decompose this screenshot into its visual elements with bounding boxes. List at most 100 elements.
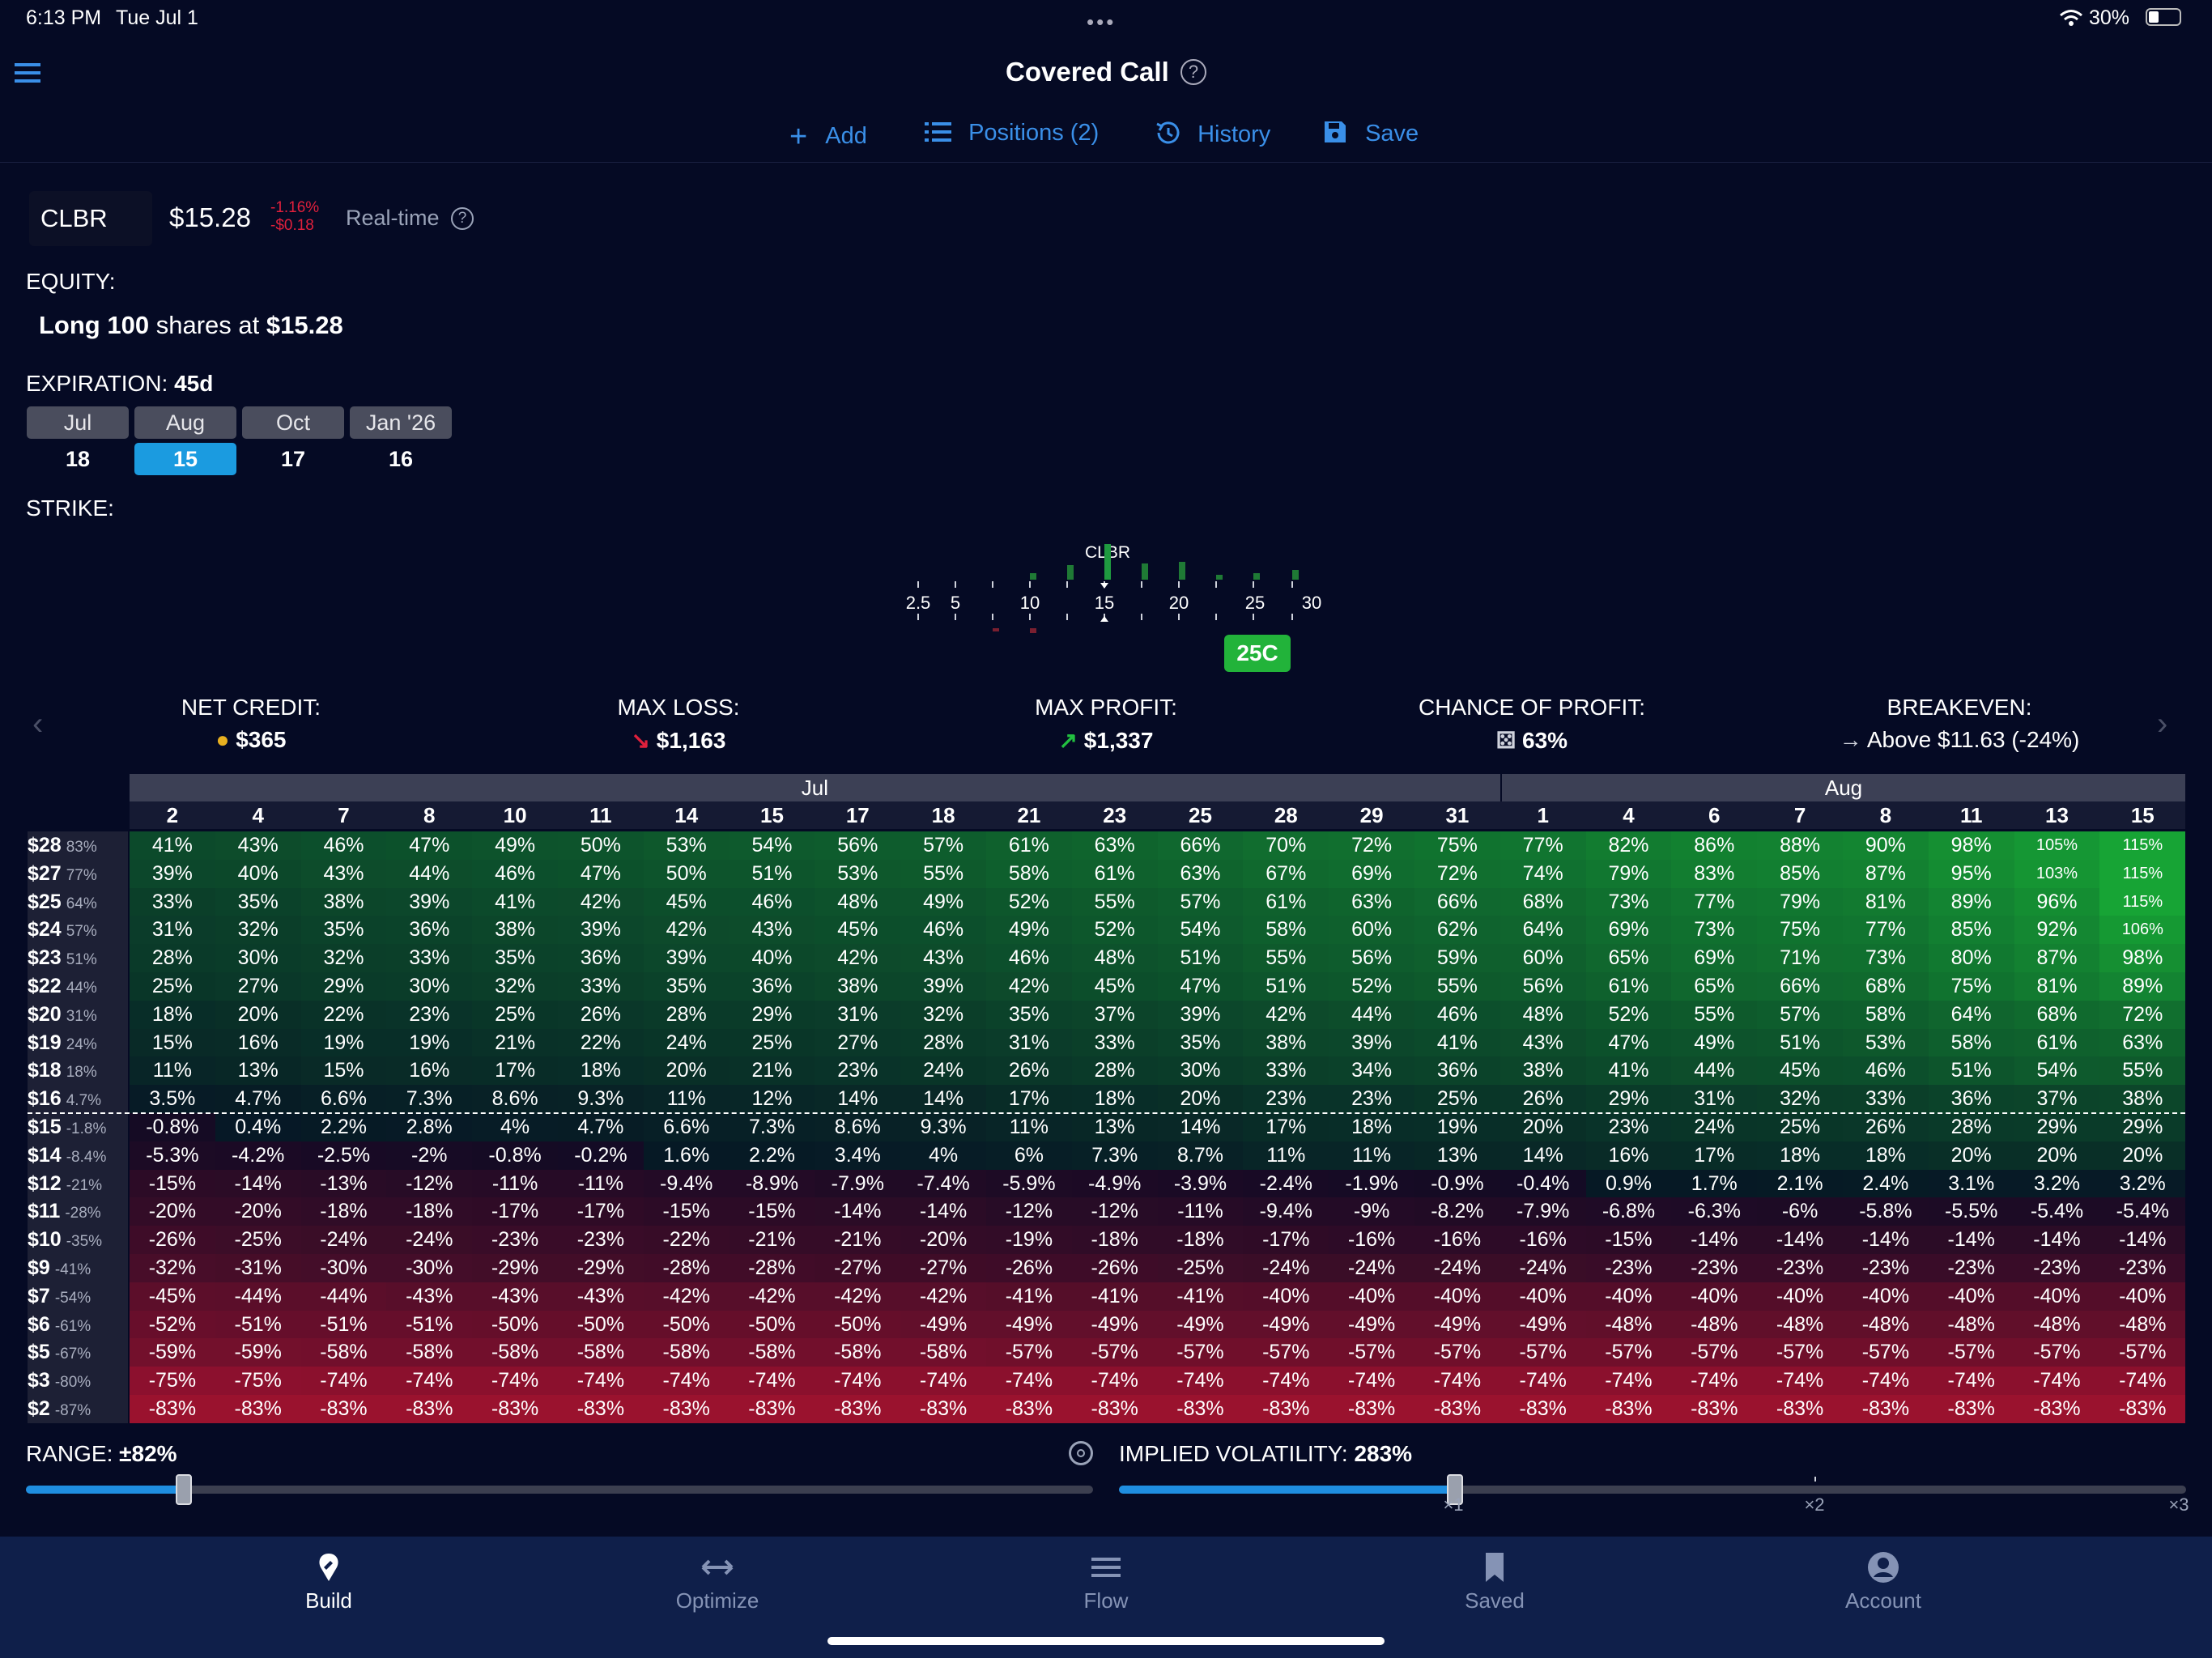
table-cell[interactable]: 31%: [130, 916, 215, 945]
table-cell[interactable]: 88%: [1757, 831, 1843, 860]
table-cell[interactable]: 47%: [1585, 1028, 1672, 1057]
table-cell[interactable]: 29%: [2014, 1113, 2100, 1141]
table-cell[interactable]: -26%: [130, 1226, 215, 1254]
table-cell[interactable]: 30%: [1157, 1056, 1244, 1086]
table-cell[interactable]: 20%: [2014, 1141, 2100, 1170]
table-cell[interactable]: 50%: [558, 831, 644, 860]
table-cell[interactable]: -83%: [1414, 1395, 1500, 1423]
table-cell[interactable]: 87%: [2014, 944, 2100, 972]
table-cell[interactable]: -32%: [130, 1254, 215, 1282]
table-cell[interactable]: 6.6%: [643, 1113, 730, 1141]
table-cell[interactable]: 13%: [1071, 1113, 1158, 1141]
table-cell[interactable]: 28%: [900, 1028, 986, 1057]
table-cell[interactable]: 18%: [130, 1000, 215, 1029]
table-cell[interactable]: -16%: [1414, 1226, 1500, 1254]
table-cell[interactable]: -59%: [130, 1338, 215, 1367]
table-cell[interactable]: -23%: [1671, 1254, 1758, 1282]
table-cell[interactable]: -5.9%: [986, 1169, 1072, 1198]
table-cell[interactable]: 42%: [558, 887, 644, 916]
table-cell[interactable]: 14%: [900, 1085, 986, 1113]
table-cell[interactable]: -4.2%: [215, 1141, 301, 1170]
table-cell[interactable]: 71%: [1757, 944, 1843, 972]
table-cell[interactable]: 37%: [2014, 1085, 2100, 1113]
table-cell[interactable]: 3.2%: [2014, 1169, 2100, 1198]
table-cell[interactable]: -22%: [643, 1226, 730, 1254]
table-cell[interactable]: 48%: [1071, 944, 1158, 972]
table-cell[interactable]: 25%: [472, 1000, 558, 1029]
table-cell[interactable]: -31%: [215, 1254, 301, 1282]
table-cell[interactable]: 23%: [1329, 1085, 1414, 1113]
table-cell[interactable]: 33%: [1071, 1028, 1158, 1057]
table-cell[interactable]: 69%: [1585, 916, 1672, 945]
table-cell[interactable]: -49%: [1499, 1310, 1586, 1339]
save-button[interactable]: Save: [1323, 120, 1419, 147]
table-cell[interactable]: 63%: [1329, 887, 1414, 916]
table-cell[interactable]: 43%: [900, 944, 986, 972]
table-cell[interactable]: -49%: [1414, 1310, 1500, 1339]
table-cell[interactable]: 60%: [1499, 944, 1586, 972]
table-cell[interactable]: -3.9%: [1157, 1169, 1244, 1198]
table-cell[interactable]: -14%: [215, 1169, 301, 1198]
table-cell[interactable]: 55%: [1071, 887, 1158, 916]
table-cell[interactable]: 106%: [2099, 916, 2186, 945]
table-cell[interactable]: 52%: [1071, 916, 1158, 945]
table-cell[interactable]: 39%: [1157, 1000, 1244, 1029]
table-cell[interactable]: 39%: [900, 972, 986, 1001]
table-cell[interactable]: -83%: [2014, 1395, 2100, 1423]
table-cell[interactable]: -40%: [1243, 1282, 1329, 1311]
table-cell[interactable]: 23%: [1585, 1113, 1672, 1141]
table-cell[interactable]: -18%: [1157, 1226, 1244, 1254]
table-cell[interactable]: 80%: [1928, 944, 2014, 972]
menu-icon[interactable]: [15, 60, 44, 90]
table-cell[interactable]: 45%: [1071, 972, 1158, 1001]
table-cell[interactable]: -1.9%: [1329, 1169, 1414, 1198]
table-cell[interactable]: 17%: [472, 1056, 558, 1086]
table-cell[interactable]: -23%: [1757, 1254, 1843, 1282]
table-cell[interactable]: -23%: [1843, 1254, 1929, 1282]
table-cell[interactable]: -50%: [729, 1310, 815, 1339]
table-cell[interactable]: 53%: [815, 859, 901, 888]
table-cell[interactable]: -21%: [729, 1226, 815, 1254]
table-cell[interactable]: -6%: [1757, 1197, 1843, 1226]
table-cell[interactable]: 17%: [986, 1085, 1072, 1113]
table-cell[interactable]: -49%: [1329, 1310, 1414, 1339]
table-cell[interactable]: 34%: [1329, 1056, 1414, 1086]
table-cell[interactable]: 46%: [300, 831, 387, 860]
table-cell[interactable]: -58%: [900, 1338, 986, 1367]
expiration-date-2[interactable]: 17: [242, 443, 344, 475]
table-cell[interactable]: -49%: [1157, 1310, 1244, 1339]
table-cell[interactable]: -40%: [1585, 1282, 1672, 1311]
table-cell[interactable]: 51%: [1928, 1056, 2014, 1086]
table-cell[interactable]: -44%: [215, 1282, 301, 1311]
table-cell[interactable]: -74%: [1585, 1367, 1672, 1395]
selected-strike-chip[interactable]: 25C: [1224, 635, 1291, 672]
table-cell[interactable]: -83%: [2099, 1395, 2186, 1423]
table-cell[interactable]: -74%: [1499, 1367, 1586, 1395]
table-cell[interactable]: 51%: [1757, 1028, 1843, 1057]
table-cell[interactable]: 58%: [1243, 916, 1329, 945]
table-cell[interactable]: 38%: [300, 887, 387, 916]
table-cell[interactable]: 43%: [300, 859, 387, 888]
table-cell[interactable]: 8.6%: [472, 1085, 558, 1113]
table-cell[interactable]: 33%: [130, 887, 215, 916]
table-cell[interactable]: -57%: [1585, 1338, 1672, 1367]
table-cell[interactable]: 44%: [1329, 1000, 1414, 1029]
table-cell[interactable]: -74%: [986, 1367, 1072, 1395]
table-cell[interactable]: -45%: [130, 1282, 215, 1311]
table-cell[interactable]: 41%: [1585, 1056, 1672, 1086]
table-cell[interactable]: -5.5%: [1928, 1197, 2014, 1226]
table-cell[interactable]: -83%: [1071, 1395, 1158, 1423]
table-cell[interactable]: -20%: [215, 1197, 301, 1226]
table-cell[interactable]: 13%: [1414, 1141, 1500, 1170]
table-cell[interactable]: -52%: [130, 1310, 215, 1339]
table-cell[interactable]: 25%: [729, 1028, 815, 1057]
table-cell[interactable]: -57%: [1757, 1338, 1843, 1367]
table-cell[interactable]: 54%: [1157, 916, 1244, 945]
table-cell[interactable]: 16%: [386, 1056, 473, 1086]
table-cell[interactable]: 82%: [1585, 831, 1672, 860]
table-cell[interactable]: 18%: [1071, 1085, 1158, 1113]
table-cell[interactable]: -42%: [729, 1282, 815, 1311]
table-cell[interactable]: -51%: [386, 1310, 473, 1339]
table-cell[interactable]: -57%: [1157, 1338, 1244, 1367]
table-cell[interactable]: -51%: [215, 1310, 301, 1339]
